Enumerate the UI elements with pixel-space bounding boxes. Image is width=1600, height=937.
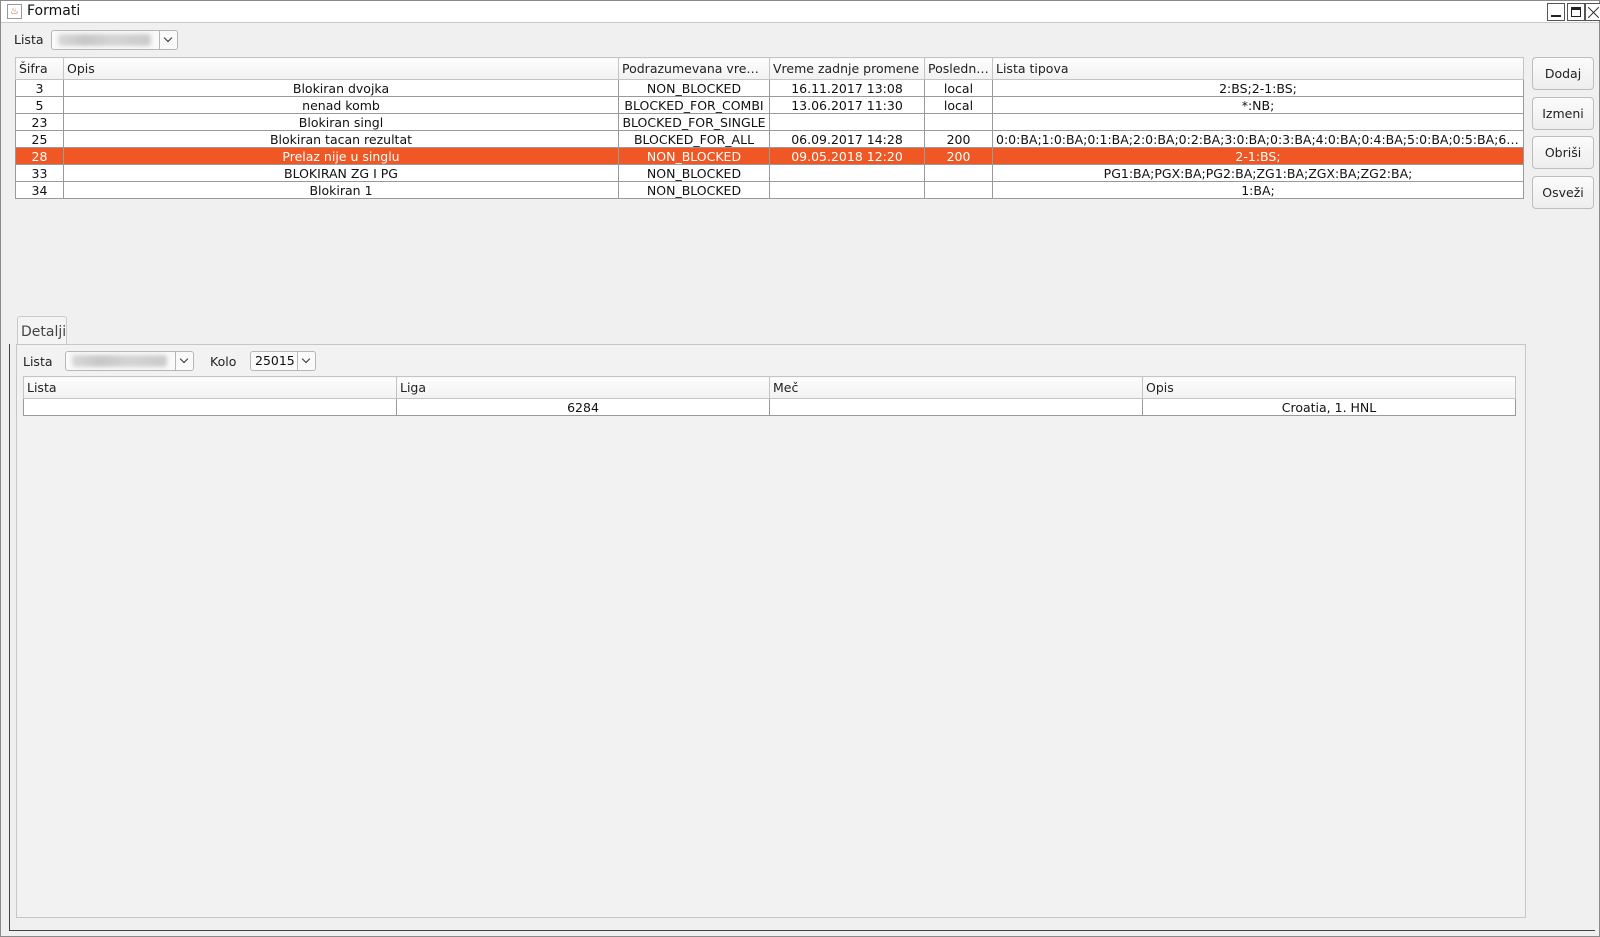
cell-opis[interactable]: Blokiran tacan rezultat (63, 130, 619, 148)
cell-podrazumevana[interactable]: NON_BLOCKED (618, 181, 770, 199)
column-header-podrazumevana[interactable]: Podrazumevana vredno... (618, 57, 770, 80)
cell-vreme[interactable] (769, 181, 925, 199)
details-table-row[interactable]: 6284 Croatia, 1. HNL (23, 398, 1516, 416)
cell-lista-tipova[interactable]: 0:0:BA;1:0:BA;0:1:BA;2:0:BA;0:2:BA;3:0:B… (992, 130, 1524, 148)
table-row[interactable]: 5 nenad komb BLOCKED_FOR_COMBI 13.06.201… (15, 96, 1524, 114)
cell-opis[interactable]: Croatia, 1. HNL (1142, 398, 1516, 416)
lista-combo-value (54, 32, 157, 48)
cell-sifra[interactable]: 33 (15, 164, 64, 182)
cell-vreme[interactable] (769, 164, 925, 182)
column-header-lista[interactable]: Lista (23, 376, 397, 399)
cell-vreme[interactable]: 16.11.2017 13:08 (769, 79, 925, 97)
refresh-button[interactable]: Osveži (1532, 176, 1594, 209)
cell-poslednji[interactable]: local (924, 96, 993, 114)
cell-opis[interactable]: BLOKIRAN ZG I PG (63, 164, 619, 182)
column-header-poslednji[interactable]: Poslednji ... (924, 57, 993, 80)
details-table: Lista Liga Meč Opis 6284 Croatia, 1. HNL (23, 376, 1516, 416)
column-header-lista-tipova[interactable]: Lista tipova (992, 57, 1524, 80)
column-header-liga[interactable]: Liga (396, 376, 770, 399)
table-header-row: Šifra Opis Podrazumevana vredno... Vreme… (15, 57, 1524, 80)
cell-podrazumevana[interactable]: BLOCKED_FOR_COMBI (618, 96, 770, 114)
cell-lista-tipova[interactable] (992, 113, 1524, 131)
details-lista-combo[interactable] (65, 351, 194, 371)
chevron-down-icon[interactable] (175, 352, 193, 370)
lista-label: Lista (14, 32, 44, 47)
title-bar: ♨ Formati (1, 1, 1600, 23)
edit-button[interactable]: Izmeni (1532, 97, 1594, 130)
details-panel (16, 344, 1526, 918)
window-title: Formati (27, 3, 81, 19)
cell-poslednji[interactable]: 200 (924, 147, 993, 165)
cell-opis[interactable]: Blokiran 1 (63, 181, 619, 199)
cell-lista-tipova[interactable]: 2:BS;2-1:BS; (992, 79, 1524, 97)
table-row[interactable]: 33 BLOKIRAN ZG I PG NON_BLOCKED PG1:BA;P… (15, 164, 1524, 182)
chevron-down-icon[interactable] (297, 352, 315, 370)
cell-podrazumevana[interactable]: NON_BLOCKED (618, 164, 770, 182)
kolo-combo-value: 25015 (255, 353, 295, 368)
column-header-vreme[interactable]: Vreme zadnje promene (769, 57, 925, 80)
cell-poslednji[interactable]: local (924, 79, 993, 97)
close-button[interactable] (1585, 3, 1600, 21)
frame-edge (9, 344, 10, 931)
cell-lista-tipova[interactable]: 2-1:BS; (992, 147, 1524, 165)
cell-liga[interactable]: 6284 (396, 398, 770, 416)
cell-sifra[interactable]: 28 (15, 147, 64, 165)
cell-opis[interactable]: nenad komb (63, 96, 619, 114)
minimize-button[interactable] (1547, 3, 1565, 21)
cell-opis[interactable]: Prelaz nije u singlu (63, 147, 619, 165)
column-header-opis[interactable]: Opis (63, 57, 619, 80)
cell-poslednji[interactable] (924, 164, 993, 182)
cell-lista-tipova[interactable]: 1:BA; (992, 181, 1524, 199)
cell-poslednji[interactable] (924, 113, 993, 131)
cell-sifra[interactable]: 3 (15, 79, 64, 97)
cell-poslednji[interactable]: 200 (924, 130, 993, 148)
chevron-down-icon[interactable] (159, 31, 177, 49)
cell-sifra[interactable]: 34 (15, 181, 64, 199)
maximize-button[interactable] (1567, 3, 1585, 21)
java-cup-icon: ♨ (7, 4, 22, 19)
cell-mec[interactable] (769, 398, 1143, 416)
details-lista-label: Lista (23, 354, 53, 369)
table-row[interactable]: 25 Blokiran tacan rezultat BLOCKED_FOR_A… (15, 130, 1524, 148)
cell-sifra[interactable]: 5 (15, 96, 64, 114)
cell-vreme[interactable]: 13.06.2017 11:30 (769, 96, 925, 114)
cell-podrazumevana[interactable]: BLOCKED_FOR_ALL (618, 130, 770, 148)
cell-poslednji[interactable] (924, 181, 993, 199)
cell-podrazumevana[interactable]: BLOCKED_FOR_SINGLE (618, 113, 770, 131)
kolo-combo[interactable]: 25015 (250, 351, 316, 371)
cell-opis[interactable]: Blokiran dvojka (63, 79, 619, 97)
tab-detalji[interactable]: Detalji (17, 316, 67, 344)
details-header-row: Lista Liga Meč Opis (23, 376, 1516, 399)
cell-lista[interactable] (23, 398, 397, 416)
cell-podrazumevana[interactable]: NON_BLOCKED (618, 79, 770, 97)
cell-vreme[interactable]: 06.09.2017 14:28 (769, 130, 925, 148)
details-lista-combo-value (68, 353, 173, 369)
column-header-mec[interactable]: Meč (769, 376, 1143, 399)
formati-window: ♨ Formati Lista Šifra Opis Podrazumevana… (0, 0, 1600, 937)
cell-lista-tipova[interactable]: PG1:BA;PGX:BA;PG2:BA;ZG1:BA;ZGX:BA;ZG2:B… (992, 164, 1524, 182)
column-header-opis[interactable]: Opis (1142, 376, 1516, 399)
frame-bottom (9, 930, 1595, 931)
formats-table: Šifra Opis Podrazumevana vredno... Vreme… (15, 57, 1524, 199)
table-row[interactable]: 34 Blokiran 1 NON_BLOCKED 1:BA; (15, 181, 1524, 199)
cell-sifra[interactable]: 23 (15, 113, 64, 131)
cell-podrazumevana[interactable]: NON_BLOCKED (618, 147, 770, 165)
table-row-selected[interactable]: 28 Prelaz nije u singlu NON_BLOCKED 09.0… (15, 147, 1524, 165)
cell-vreme[interactable]: 09.05.2018 12:20 (769, 147, 925, 165)
column-header-sifra[interactable]: Šifra (15, 57, 64, 80)
delete-button[interactable]: Obriši (1532, 136, 1594, 169)
cell-sifra[interactable]: 25 (15, 130, 64, 148)
cell-lista-tipova[interactable]: *:NB; (992, 96, 1524, 114)
cell-vreme[interactable] (769, 113, 925, 131)
add-button[interactable]: Dodaj (1532, 57, 1594, 90)
lista-combo[interactable] (51, 30, 178, 50)
cell-opis[interactable]: Blokiran singl (63, 113, 619, 131)
kolo-label: Kolo (210, 354, 237, 369)
table-row[interactable]: 3 Blokiran dvojka NON_BLOCKED 16.11.2017… (15, 79, 1524, 97)
table-row[interactable]: 23 Blokiran singl BLOCKED_FOR_SINGLE (15, 113, 1524, 131)
